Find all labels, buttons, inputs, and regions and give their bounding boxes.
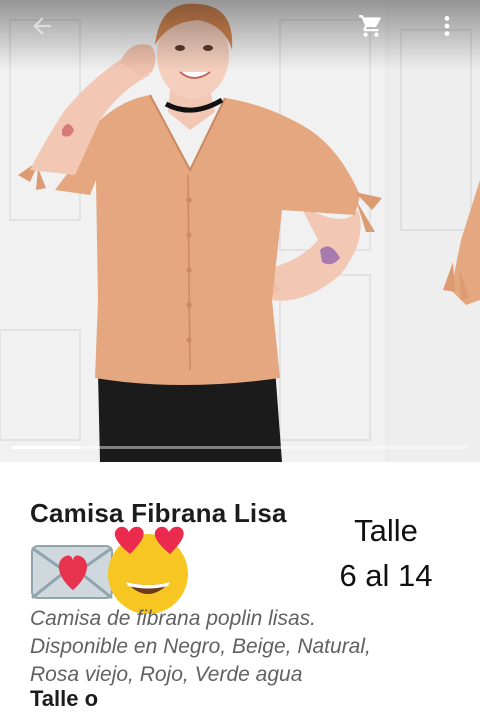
- product-description: Camisa de fibrana poplin lisas. Disponib…: [30, 605, 460, 689]
- cart-button[interactable]: [351, 6, 391, 46]
- more-options-button[interactable]: [427, 6, 467, 46]
- gallery-progress-fill: [12, 446, 81, 449]
- love-letter-emoji: [31, 545, 113, 600]
- size-label: Talle: [354, 513, 418, 548]
- back-button[interactable]: [22, 6, 62, 46]
- emoji-row: [31, 526, 188, 614]
- description-line: Camisa de fibrana poplin lisas.: [30, 607, 316, 630]
- description-line: Rosa viejo, Rojo, Verde agua: [30, 663, 303, 686]
- truncated-text: Talle o: [30, 686, 99, 711]
- size-values: 6 al 14: [339, 558, 433, 593]
- product-image-gallery[interactable]: [0, 0, 480, 462]
- top-gradient: [0, 0, 480, 70]
- description-line: Disponible en Negro, Beige, Natural,: [30, 635, 371, 658]
- heart-eyes-emoji: [108, 526, 188, 614]
- shopping-cart-icon: [359, 15, 381, 37]
- size-range: Talle 6 al 14: [322, 508, 450, 598]
- arrow-left-icon: [33, 17, 51, 35]
- more-vertical-icon: [444, 16, 450, 36]
- gallery-progress-track: [12, 446, 468, 449]
